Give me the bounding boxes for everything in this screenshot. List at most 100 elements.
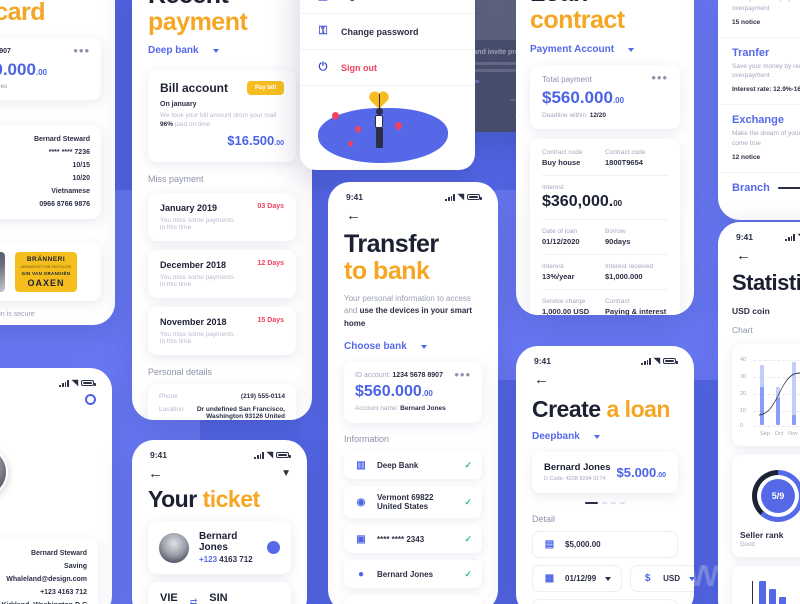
loan-account-name: Bernard Jones	[544, 462, 611, 474]
status-time: 9:41	[346, 192, 364, 202]
deepbank-dropdown[interactable]: Deepbank	[532, 431, 678, 442]
miss-days: 15 Days	[257, 317, 284, 324]
carousel-pager[interactable]	[532, 502, 678, 505]
promo-item-branch[interactable]: Branch	[718, 173, 800, 205]
detail-row: **** **** 7236	[48, 148, 90, 156]
bar-line-chart: 40 30 20 10 0 Sep Oct Nov	[740, 353, 800, 437]
gift-card-item[interactable]: BRÄNNERI AROMATISKT GIN DESTILLERI GIN V…	[0, 242, 101, 301]
pager-dot-active[interactable]	[585, 502, 598, 505]
info-row: Whaleland@design.com	[6, 575, 87, 583]
information-section-label: Information	[0, 523, 98, 532]
create-loan-title: Create a loan	[532, 396, 670, 422]
choose-bank-label: Choose bank	[344, 341, 407, 353]
y-tick-10: 10	[740, 408, 747, 415]
pay-bill-button[interactable]: Pay bill	[246, 81, 284, 95]
detail-row: Bernard Steward	[33, 135, 90, 143]
fingerprint-icon: ▤	[316, 0, 330, 2]
personal-label: Phone	[159, 393, 178, 400]
currency-field[interactable]: $ USD	[630, 565, 694, 593]
gift-brand-top: BRÄNNERI	[26, 255, 66, 263]
info-row-address[interactable]: ◉ Vermont 69822 United States ✓	[344, 486, 482, 519]
gift-brand-main: OAXEN	[27, 277, 65, 288]
back-button[interactable]: ←	[328, 204, 498, 223]
passenger-name: Bernard Jones	[199, 531, 238, 554]
chart-card[interactable]: 40 30 20 10 0 Sep Oct Nov	[732, 344, 800, 447]
info-row-bank[interactable]: ▥ Deep Bank ✓	[344, 451, 482, 480]
x-tick-sep: Sep	[760, 431, 770, 438]
detail-row: Vietnamese	[51, 187, 90, 195]
seller-rank-card[interactable]: 5/9 Seller rank Good	[732, 455, 800, 558]
avatar[interactable]	[0, 445, 98, 498]
contract-details-card: Contract code Buy house Contract code 18…	[530, 139, 680, 315]
miss-month: January 2019	[160, 203, 218, 213]
field-label: Interest received	[605, 263, 654, 270]
rate-field[interactable]: % 15%/ year	[532, 599, 678, 604]
deadline: Deadline within: 12/20	[542, 112, 606, 119]
wifi-icon: ◥	[457, 192, 464, 201]
filter-icon[interactable]: ▼	[281, 468, 291, 479]
power-icon: ⏻	[318, 61, 328, 73]
screenshot-stage: WWW My card **** 5678 8907 ••• $560.000.…	[0, 0, 800, 604]
payment-account-dropdown[interactable]: Payment Account	[530, 44, 680, 55]
miss-payment-item[interactable]: January 2019 03 Days You miss some payme…	[148, 193, 296, 241]
info-row-amount[interactable]: ▤ $50.000.00 ✓	[344, 595, 482, 604]
swap-icon[interactable]: ⇄	[190, 597, 198, 604]
my-card-balance-card[interactable]: **** 5678 8907 ••• $560.000.00 Bernard J…	[0, 37, 101, 100]
miss-month: December 2018	[160, 260, 227, 270]
pager-dot[interactable]	[620, 502, 625, 505]
x-tick-oct: Oct	[774, 431, 784, 438]
more-options-icon[interactable]: •••	[73, 44, 90, 56]
screen-loan-contract: Loan contract Payment Account Total paym…	[516, 0, 694, 315]
promo-item-tranfer[interactable]: Tranfer Save your money by reducing over…	[718, 38, 800, 105]
loan-account-card[interactable]: Bernard Jones D Code: 4228 8294 9174 $5.…	[532, 452, 678, 494]
info-row: Bernard Steward	[30, 549, 87, 557]
back-button[interactable]: ←	[516, 368, 694, 387]
account-summary-card[interactable]: ID account: 1234 5678 8907 ••• $560.000.…	[344, 362, 482, 424]
battery-icon	[81, 379, 96, 387]
back-button[interactable]: ←	[148, 466, 163, 481]
route-card[interactable]: VIE Hanoi ⇄ SIN Singapo Time Boarding	[148, 582, 291, 604]
battery-icon	[663, 357, 678, 365]
total-payment-card[interactable]: Total payment ••• $560.000.00 Deadline w…	[530, 65, 680, 129]
promo-item-exchange[interactable]: Exchange Make the dream of your own come…	[718, 105, 800, 173]
date-field[interactable]: ▦ 01/12/99	[532, 565, 623, 593]
info-row-name[interactable]: ● Bernard Jones ✓	[344, 560, 482, 589]
choose-bank-dropdown[interactable]: Choose bank	[344, 341, 482, 352]
gear-icon[interactable]	[85, 394, 96, 405]
screen-recent-payment: Recent payment Deep bank Bill account Pa…	[132, 0, 312, 420]
more-options-icon[interactable]: •••	[651, 71, 668, 83]
bill-account-card[interactable]: Bill account Pay bill On january We took…	[148, 70, 296, 162]
passenger-card[interactable]: Bernard Jones +123 4163 712	[148, 521, 291, 575]
security-item-touch-id[interactable]: ▤ Sign in with touch ID	[300, 0, 475, 14]
bank-select-dropdown[interactable]: Deep bank	[148, 45, 296, 56]
status-time: 9:41	[150, 450, 168, 460]
loan-account-amount: $5.000.00	[616, 465, 667, 481]
passenger-avatar	[159, 532, 189, 563]
promo-item-saving[interactable]: Saving Save your money by reducing overp…	[718, 0, 800, 38]
security-item-sign-out[interactable]: ⏻ Sign out	[300, 50, 475, 86]
security-item-label: Sign in with touch ID	[341, 0, 430, 1]
bank-select-label: Deep bank	[148, 45, 199, 56]
conversion-card[interactable]: Conversion 30% increase	[732, 566, 800, 604]
personal-value: (219) 555-0114	[240, 393, 285, 400]
miss-payment-item[interactable]: November 2018 15 Days You miss some paym…	[148, 307, 296, 355]
edit-profile-link[interactable]: Edit profile	[0, 504, 98, 513]
information-title: Information	[344, 434, 390, 445]
signal-icon	[641, 357, 651, 365]
wifi-icon: ◥	[653, 356, 660, 365]
deepbank-label: Deepbank	[532, 431, 580, 443]
bill-account-name: Bill account	[160, 81, 229, 95]
more-options-icon[interactable]: •••	[454, 369, 471, 381]
amount-field[interactable]: ▤ $5,000.00	[532, 531, 678, 559]
pager-dot[interactable]	[611, 502, 616, 505]
field-value: Paying & interest at the end of term	[605, 307, 667, 315]
info-row-label: Bernard Jones	[377, 569, 434, 579]
pager-dot[interactable]	[602, 502, 607, 505]
info-row-card[interactable]: ▣ **** **** 2343 ✓	[344, 525, 482, 554]
security-item-change-password[interactable]: ⚿ Change password	[300, 14, 475, 50]
back-button[interactable]: ←	[718, 244, 800, 263]
passenger-badge-icon[interactable]	[267, 541, 280, 555]
wifi-icon: ◥	[266, 450, 273, 459]
miss-payment-item[interactable]: December 2018 12 Days You miss some paym…	[148, 250, 296, 298]
transfer-amount: $560.000.00	[355, 383, 433, 401]
